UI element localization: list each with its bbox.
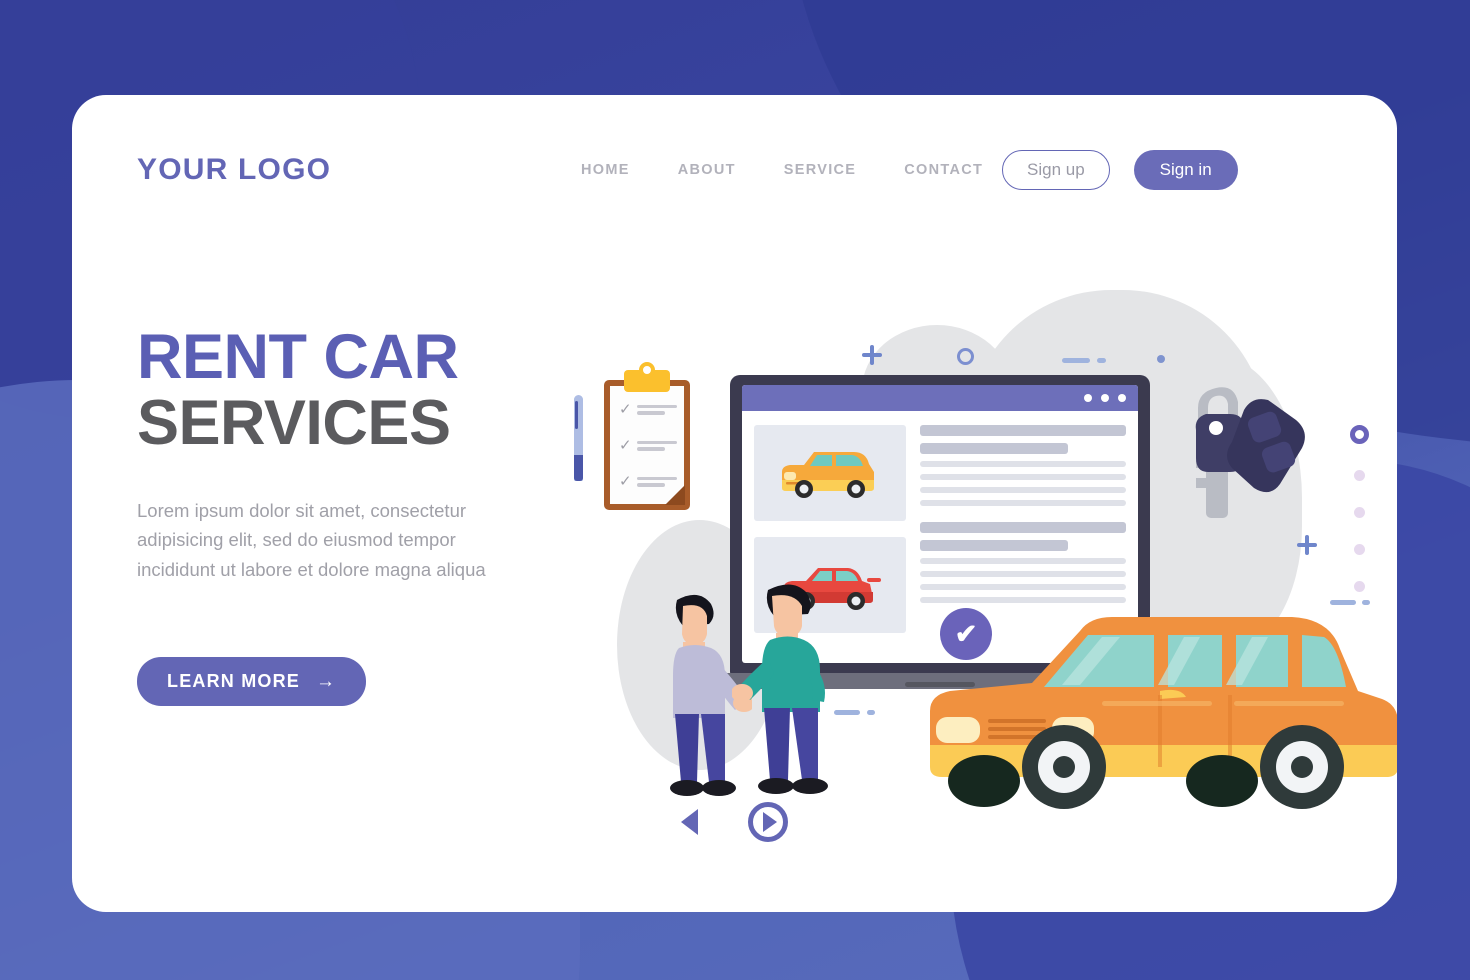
browser-dot-icon: [1118, 394, 1126, 402]
sign-up-button[interactable]: Sign up: [1002, 150, 1110, 190]
clipboard-lines: [636, 440, 677, 451]
text-placeholder-line: [920, 558, 1126, 564]
slide-indicator-dot-active[interactable]: [1350, 425, 1369, 444]
hero-section: RENT CAR SERVICES Lorem ipsum dolor sit …: [137, 322, 567, 707]
clipboard-line: [636, 447, 665, 451]
clipboard-icon: ✓ ✓ ✓: [604, 362, 690, 510]
clipboard-lines: [636, 404, 677, 415]
person-agent: [732, 584, 828, 794]
slide-indicator-dot[interactable]: [1354, 544, 1365, 555]
car-listing-orange-suv[interactable]: [754, 425, 906, 521]
decor-dash-icon: [1097, 358, 1106, 363]
clipboard-ring: [639, 362, 655, 378]
clipboard-line: [636, 483, 665, 487]
slide-indicator-dot[interactable]: [1354, 507, 1365, 518]
car-key-icon: [1195, 387, 1305, 518]
nav-item-home[interactable]: HOME: [557, 156, 654, 184]
nav-item-contact[interactable]: CONTACT: [880, 156, 1007, 184]
hero-illustration: ✓ ✓ ✓ ✔: [562, 290, 1397, 850]
decor-dot-icon: [1157, 355, 1165, 363]
decor-plus-icon: [862, 345, 882, 365]
text-placeholder-line: [920, 584, 1126, 590]
text-placeholder-line: [920, 571, 1126, 577]
clipboard-line: [636, 404, 677, 408]
text-placeholder-line: [920, 522, 1126, 533]
slide-indicator-dot[interactable]: [1354, 470, 1365, 481]
main-navigation: HOME ABOUT SERVICE CONTACT: [557, 156, 1007, 184]
pen-clip: [575, 401, 578, 429]
text-placeholder-line: [920, 425, 1126, 436]
browser-dot-icon: [1084, 394, 1092, 402]
clipboard-fold: [665, 485, 685, 505]
nav-item-service[interactable]: SERVICE: [760, 156, 881, 184]
clipboard-line: [636, 440, 677, 444]
pen-tip: [574, 455, 583, 481]
hero-title-line2: SERVICES: [137, 388, 451, 459]
text-placeholder-line: [920, 461, 1126, 467]
clipboard-row: ✓: [619, 438, 677, 453]
arrow-right-icon: →: [316, 671, 337, 693]
verified-badge-icon: ✔: [940, 608, 992, 660]
auth-buttons: Sign up Sign in: [1002, 150, 1238, 190]
check-icon: ✓: [619, 437, 632, 454]
carousel-controls: [72, 802, 1397, 842]
browser-dot-icon: [1101, 394, 1109, 402]
site-logo[interactable]: YOUR LOGO: [137, 153, 331, 187]
clipboard-row: ✓: [619, 402, 677, 417]
play-icon: [763, 812, 777, 832]
slide-indicator-rail: [1350, 425, 1369, 592]
next-slide-button[interactable]: [748, 802, 788, 842]
learn-more-label: LEARN MORE: [167, 671, 300, 692]
hero-subtitle: Lorem ipsum dolor sit amet, consectetur …: [137, 499, 486, 581]
landing-page-card: YOUR LOGO HOME ABOUT SERVICE CONTACT Sig…: [72, 95, 1397, 912]
learn-more-button[interactable]: LEARN MORE →: [137, 657, 367, 707]
check-icon: ✓: [619, 473, 632, 490]
decor-dash-icon: [867, 710, 875, 715]
pen-icon: [574, 395, 583, 481]
sign-in-button[interactable]: Sign in: [1133, 150, 1238, 190]
site-header: YOUR LOGO HOME ABOUT SERVICE CONTACT Sig…: [72, 95, 1397, 245]
nav-item-about[interactable]: ABOUT: [654, 156, 760, 184]
slide-indicator-dot[interactable]: [1354, 581, 1365, 592]
browser-title-bar: [742, 385, 1138, 411]
previous-slide-button[interactable]: [681, 809, 698, 835]
decor-dash-icon: [1062, 358, 1090, 363]
text-placeholder-line: [920, 500, 1126, 506]
orange-suv-icon: [782, 452, 874, 498]
clipboard-line: [636, 476, 677, 480]
text-placeholder-line: [920, 487, 1126, 493]
hero-title-line1: RENT CAR: [137, 322, 459, 392]
decor-ring-icon: [957, 348, 974, 365]
clipboard-line: [636, 411, 665, 415]
text-placeholder-line: [920, 540, 1069, 551]
text-placeholder-line: [920, 474, 1126, 480]
check-icon: ✓: [619, 401, 632, 418]
text-placeholder-line: [920, 443, 1069, 454]
